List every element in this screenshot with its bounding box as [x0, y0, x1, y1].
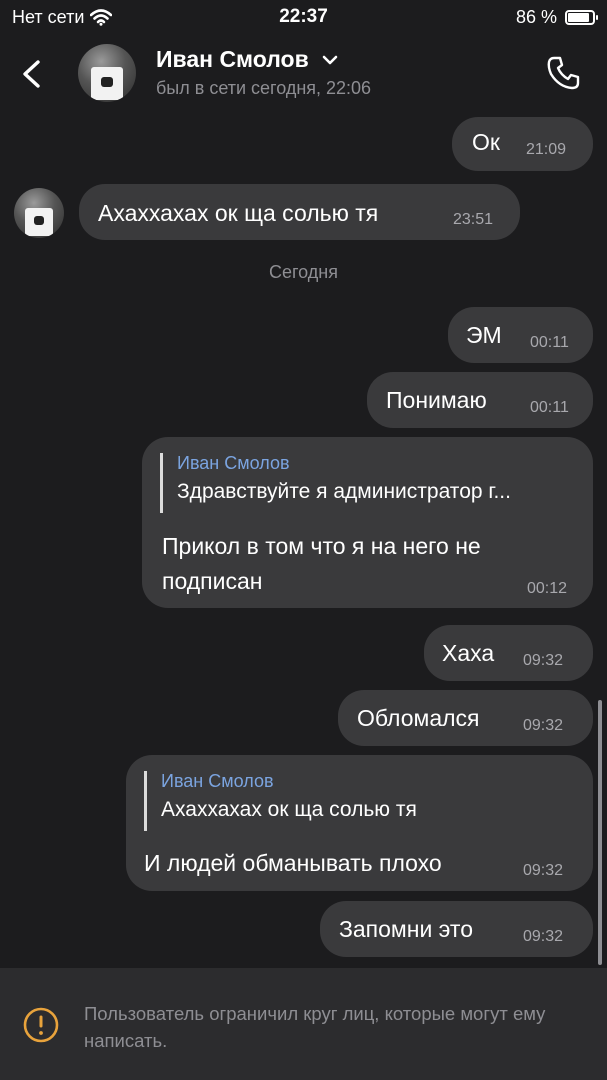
- message-bubble[interactable]: Хаха 09:32: [424, 625, 593, 681]
- chevron-down-icon: [322, 55, 338, 64]
- contact-name: Иван Смолов: [156, 46, 309, 72]
- message-bubble[interactable]: ЭМ 00:11: [448, 307, 593, 363]
- restriction-notice: Пользователь ограничил круг лиц, которые…: [0, 968, 607, 1080]
- warning-icon: [23, 1007, 59, 1043]
- chevron-left-icon[interactable]: [16, 54, 46, 94]
- message-text: Обломался: [357, 705, 480, 731]
- contact-name-button[interactable]: Иван Смолов: [156, 46, 339, 73]
- reply-text: Ахаххахах ок ща солью тя: [161, 798, 417, 821]
- sender-avatar[interactable]: [14, 188, 64, 238]
- message-bubble[interactable]: Иван Смолов Ахаххахах ок ща солью тя И л…: [126, 755, 593, 891]
- message-text: Понимаю: [386, 387, 487, 413]
- message-bubble[interactable]: Обломался 09:32: [338, 690, 593, 746]
- message-text: Ахаххахах ок ща солью тя: [98, 200, 379, 226]
- reply-quote[interactable]: Иван Смолов Ахаххахах ок ща солью тя: [144, 771, 591, 831]
- reply-author: Иван Смолов: [177, 453, 290, 473]
- message-time: 00:11: [530, 399, 569, 416]
- message-time: 09:32: [523, 928, 564, 945]
- message-bubble[interactable]: Запомни это 09:32: [320, 901, 593, 957]
- chat-header: Иван Смолов был в сети сегодня, 22:06: [0, 34, 607, 114]
- message-text: Запомни это: [339, 916, 473, 942]
- scrollbar[interactable]: [598, 700, 602, 965]
- message-time: 09:32: [523, 862, 564, 879]
- reply-author: Иван Смолов: [161, 771, 274, 791]
- contact-avatar[interactable]: [78, 44, 136, 102]
- notice-text: Пользователь ограничил круг лиц, которые…: [84, 1003, 546, 1051]
- message-text: И людей обманывать плохо: [144, 850, 442, 876]
- message-time: 00:11: [530, 334, 569, 351]
- date-separator: Сегодня: [269, 262, 338, 282]
- message-text: Хаха: [442, 640, 495, 666]
- battery-fill: [568, 13, 589, 22]
- battery-status: 86 %: [515, 7, 598, 28]
- message-time: 00:12: [527, 580, 568, 597]
- message-text: Ок: [472, 129, 500, 155]
- message-text-line: Прикол в том что я на него не: [162, 533, 481, 559]
- phone-icon[interactable]: [545, 54, 583, 92]
- message-time: 23:51: [453, 211, 494, 228]
- reply-text: Здравствуйте я администратор г...: [177, 480, 511, 503]
- battery-icon: [565, 10, 598, 25]
- status-bar: Нет сети 22:37 86 %: [0, 0, 607, 34]
- message-text: ЭМ: [466, 322, 502, 348]
- message-time: 09:32: [523, 717, 564, 734]
- message-bubble[interactable]: Ок 21:09: [452, 117, 593, 171]
- chat-screen: Нет сети 22:37 86 % Иван Смолов был в се…: [0, 0, 607, 1080]
- message-text-line: подписан: [162, 568, 263, 594]
- reply-quote[interactable]: Иван Смолов Здравствуйте я администратор…: [160, 453, 592, 513]
- battery-percent: 86 %: [515, 7, 557, 27]
- last-seen-status: был в сети сегодня, 22:06: [156, 78, 372, 98]
- message-bubble[interactable]: Ахаххахах ок ща солью тя 23:51: [79, 184, 520, 240]
- message-bubble[interactable]: Понимаю 00:11: [367, 372, 593, 428]
- message-time: 21:09: [526, 141, 567, 158]
- message-bubble[interactable]: Иван Смолов Здравствуйте я администратор…: [142, 437, 593, 608]
- message-time: 09:32: [523, 652, 564, 669]
